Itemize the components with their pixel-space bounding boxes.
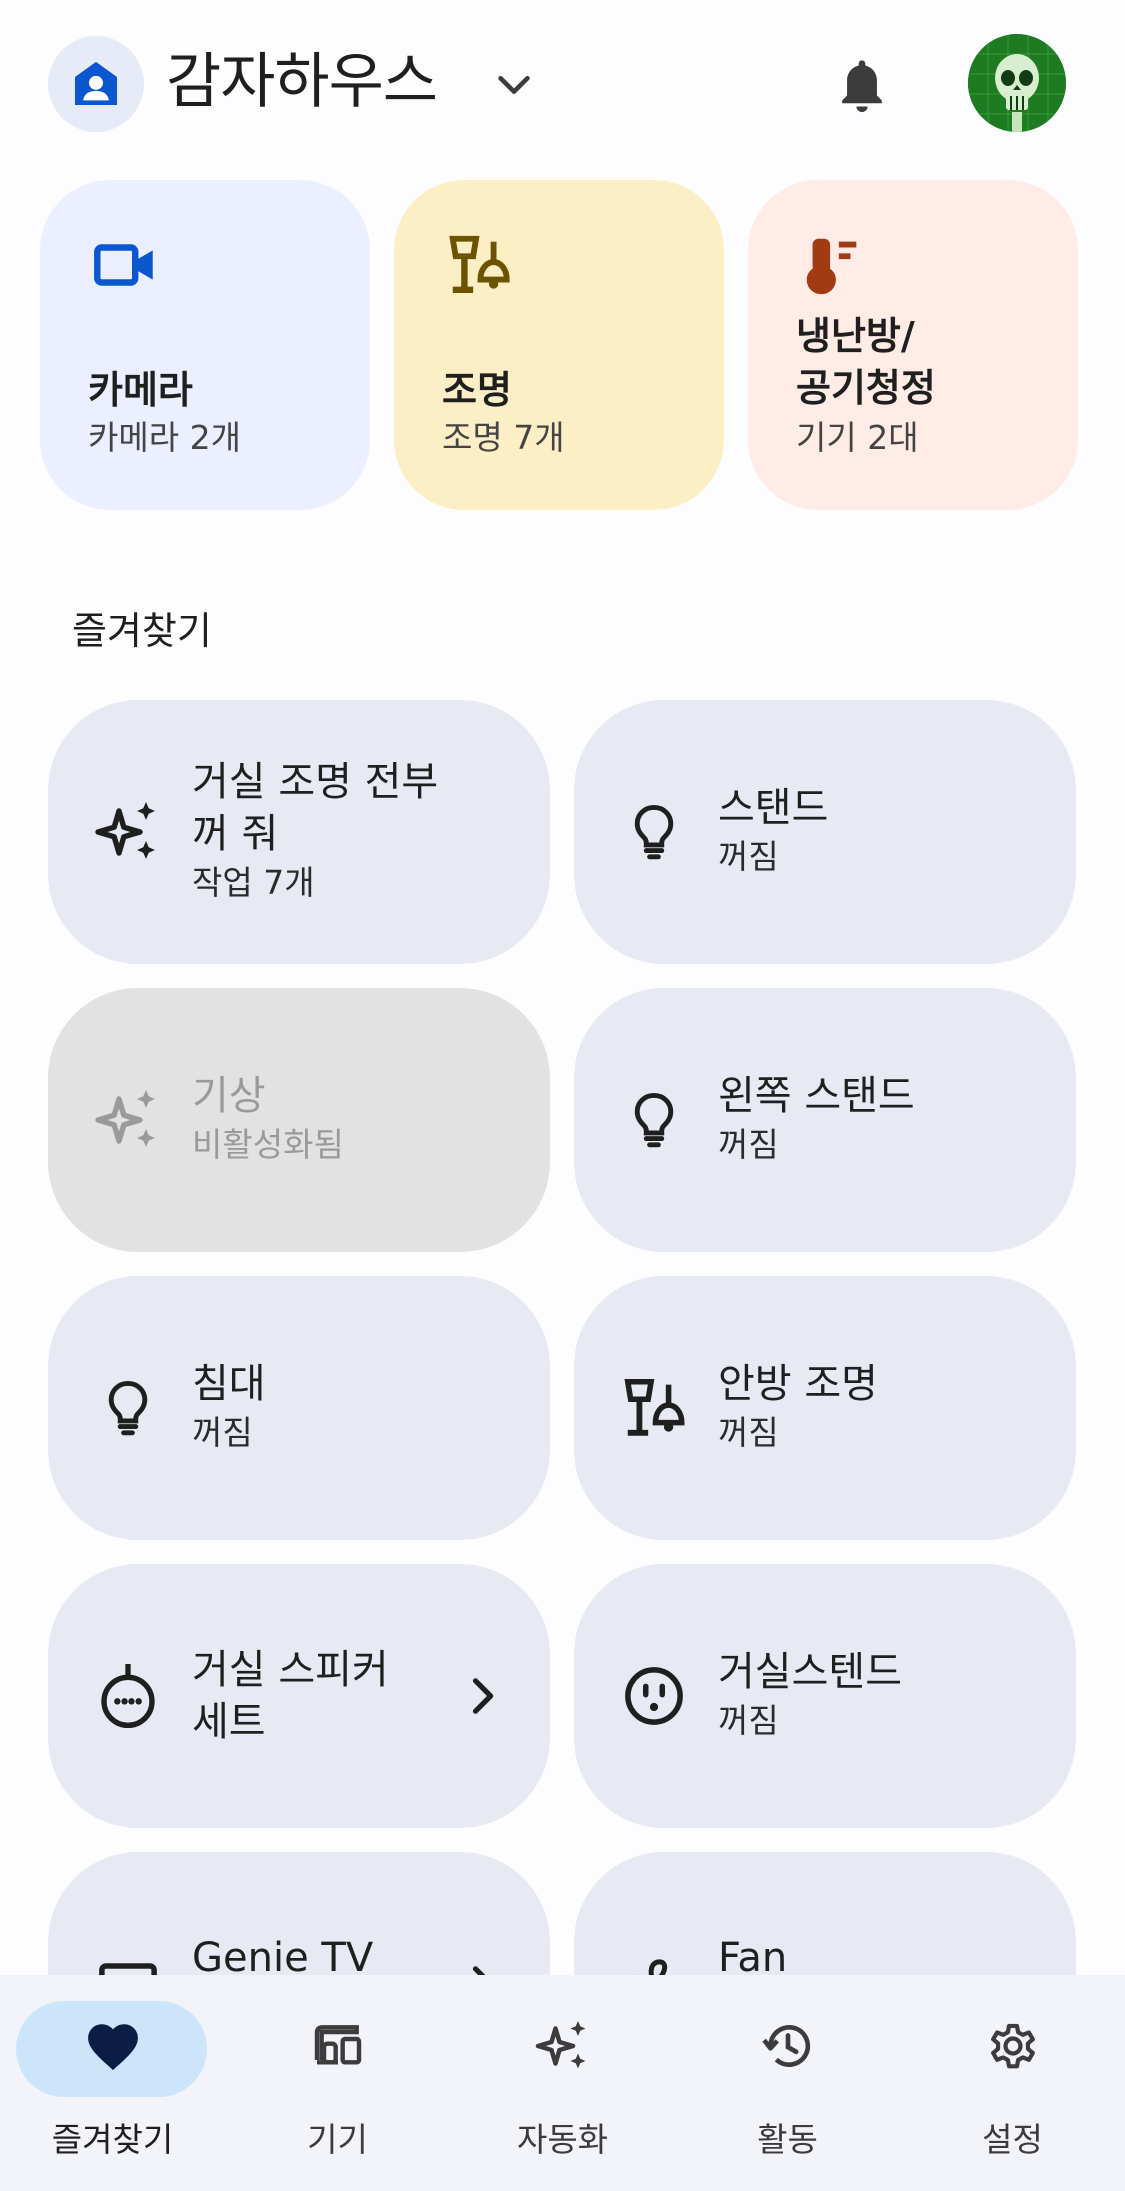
favorite-title-line2: 꺼 줘 [192,811,279,857]
speaker-icon [88,1656,168,1736]
category-subtitle: 기기 2대 [796,418,919,457]
favorite-card-living-stand[interactable]: 거실스텐드 꺼짐 [574,1564,1076,1828]
category-title: 조명 [442,368,512,412]
favorite-subtitle: 꺼짐 [718,1413,779,1452]
bottom-navigation: 즐겨찾기 기기 자동화 활동 설정 [0,1975,1125,2191]
nav-item-settings[interactable]: 설정 [900,1975,1125,2191]
category-title: 카메라 [88,368,193,412]
home-icon[interactable] [48,36,144,132]
history-icon [757,2015,819,2077]
favorite-subtitle: 작업 7개 [192,863,315,902]
favorite-title: 스탠드 [718,785,829,831]
nav-label: 자동화 [516,2120,609,2159]
sparkle-icon [532,2015,594,2077]
nav-item-favorites[interactable]: 즐겨찾기 [0,1975,225,2191]
category-title-line1: 냉난방/ [796,314,915,358]
thermostat-icon [806,238,857,295]
bulb-icon [614,792,694,872]
heart-icon [82,2015,144,2077]
bulb-icon [88,1368,168,1448]
favorite-subtitle: 꺼짐 [718,1125,779,1164]
category-subtitle: 조명 7개 [442,418,565,457]
favorites-section-title: 즐겨찾기 [72,609,212,653]
videocam-icon [94,244,153,286]
category-subtitle: 카메라 2개 [88,418,241,457]
chevron-right-icon[interactable] [456,1670,508,1722]
home-name[interactable]: 감자하우스 [166,42,438,122]
category-card-camera[interactable]: 카메라 카메라 2개 [40,180,370,510]
nav-label: 즐겨찾기 [51,2120,174,2159]
favorite-card-left-stand[interactable]: 왼쪽 스탠드 꺼짐 [574,988,1076,1252]
nav-label: 활동 [757,2120,818,2159]
gear-icon [982,2015,1044,2077]
sparkle-icon [88,1080,168,1160]
nav-label: 설정 [982,2120,1043,2159]
favorite-card-stand[interactable]: 스탠드 꺼짐 [574,700,1076,964]
favorite-title: 안방 조명 [718,1361,878,1407]
favorite-title-line1: 거실 스피커 [192,1647,389,1693]
category-title-line2: 공기청정 [796,366,936,410]
nav-item-activity[interactable]: 활동 [675,1975,900,2191]
favorite-subtitle: 꺼짐 [718,837,779,876]
avatar[interactable] [968,34,1066,132]
favorite-card-bedroom-light[interactable]: 안방 조명 꺼짐 [574,1276,1076,1540]
favorite-title-line1: 거실 조명 전부 [192,759,439,805]
category-card-climate[interactable]: 냉난방/ 공기청정 기기 2대 [748,180,1078,510]
chevron-down-icon[interactable] [488,58,540,110]
favorite-card-routine[interactable]: 거실 조명 전부 꺼 줘 작업 7개 [48,700,550,964]
lamp-icon [449,235,510,293]
outlet-icon [614,1656,694,1736]
lamp-icon [614,1368,694,1448]
bell-icon[interactable] [830,50,894,122]
favorite-subtitle: 꺼짐 [192,1413,253,1452]
favorite-title: 기상 [192,1073,266,1119]
favorite-card-bed[interactable]: 침대 꺼짐 [48,1276,550,1540]
devices-icon [307,2015,369,2077]
category-card-lighting[interactable]: 조명 조명 7개 [394,180,724,510]
nav-label: 기기 [307,2120,368,2159]
favorite-card-speaker-set[interactable]: 거실 스피커 세트 [48,1564,550,1828]
favorite-card-wakeup[interactable]: 기상 비활성화됨 [48,988,550,1252]
sparkle-icon [88,792,168,872]
favorite-title: 왼쪽 스탠드 [718,1073,915,1119]
nav-item-automations[interactable]: 자동화 [450,1975,675,2191]
top-app-bar: 감자하우스 [0,0,1125,170]
favorite-title: 침대 [192,1361,266,1407]
bulb-icon [614,1080,694,1160]
nav-item-devices[interactable]: 기기 [225,1975,450,2191]
favorite-subtitle: 비활성화됨 [192,1125,344,1164]
favorite-title: 거실스텐드 [718,1649,902,1695]
favorite-subtitle: 꺼짐 [718,1701,779,1740]
favorite-title-line2: 세트 [192,1699,266,1745]
